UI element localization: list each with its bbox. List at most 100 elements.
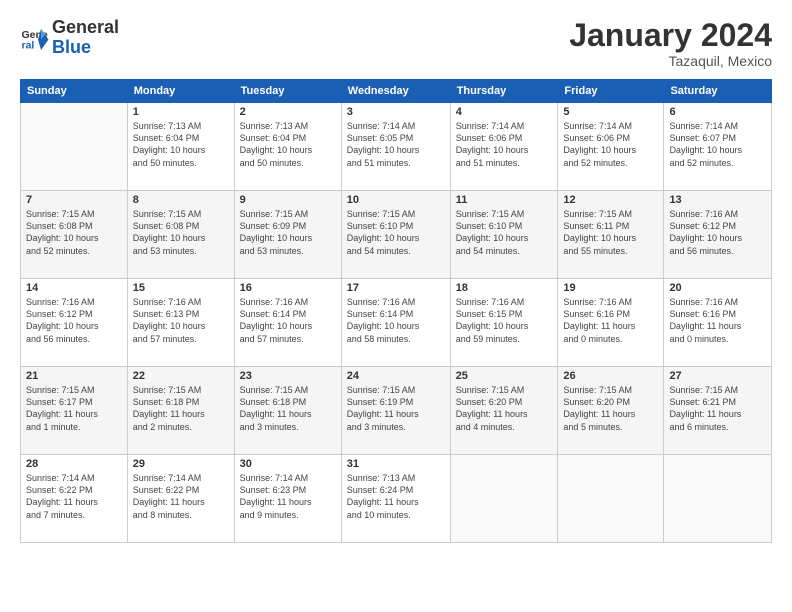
day-info: Sunrise: 7:14 AM Sunset: 6:22 PM Dayligh… bbox=[133, 472, 229, 521]
calendar-subtitle: Tazaquil, Mexico bbox=[569, 53, 772, 69]
page: Gene ral General Blue January 2024 Tazaq… bbox=[0, 0, 792, 612]
calendar-cell-w2-d3: 9 Sunrise: 7:15 AM Sunset: 6:09 PM Daylig… bbox=[234, 191, 341, 279]
day-info: Sunrise: 7:16 AM Sunset: 6:13 PM Dayligh… bbox=[133, 296, 229, 345]
day-number: 14 bbox=[26, 282, 122, 294]
day-number: 11 bbox=[456, 194, 553, 206]
calendar-cell-w3-d7: 20 Sunrise: 7:16 AM Sunset: 6:16 PM Dayli… bbox=[664, 279, 772, 367]
header-wednesday: Wednesday bbox=[341, 80, 450, 103]
calendar-cell-w4-d2: 22 Sunrise: 7:15 AM Sunset: 6:18 PM Dayli… bbox=[127, 367, 234, 455]
header: Gene ral General Blue January 2024 Tazaq… bbox=[20, 18, 772, 69]
calendar-cell-w3-d6: 19Sunrise: 7:16 AM Sunset: 6:16 PM Dayli… bbox=[558, 279, 664, 367]
day-number: 26 bbox=[563, 370, 658, 382]
logo-icon: Gene ral bbox=[20, 23, 50, 53]
day-number: 29 bbox=[133, 458, 229, 470]
day-info: Sunrise: 7:16 AM Sunset: 6:15 PM Dayligh… bbox=[456, 296, 553, 345]
day-number: 7 bbox=[26, 194, 122, 206]
calendar-cell-w1-d1 bbox=[21, 103, 128, 191]
calendar-week-1: 1 Sunrise: 7:13 AM Sunset: 6:04 PM Daylig… bbox=[21, 103, 772, 191]
day-info: Sunrise: 7:16 AM Sunset: 6:16 PM Dayligh… bbox=[669, 296, 766, 345]
day-info: Sunrise: 7:14 AM Sunset: 6:06 PM Dayligh… bbox=[456, 120, 553, 169]
calendar-cell-w5-d2: 29 Sunrise: 7:14 AM Sunset: 6:22 PM Dayli… bbox=[127, 455, 234, 543]
calendar-cell-w4-d1: 21Sunrise: 7:15 AM Sunset: 6:17 PM Dayli… bbox=[21, 367, 128, 455]
calendar-cell-w2-d7: 13 Sunrise: 7:16 AM Sunset: 6:12 PM Dayli… bbox=[664, 191, 772, 279]
day-info: Sunrise: 7:15 AM Sunset: 6:08 PM Dayligh… bbox=[26, 208, 122, 257]
calendar-cell-w4-d5: 25Sunrise: 7:15 AM Sunset: 6:20 PM Dayli… bbox=[450, 367, 558, 455]
day-info: Sunrise: 7:16 AM Sunset: 6:16 PM Dayligh… bbox=[563, 296, 658, 345]
day-number: 1 bbox=[133, 106, 229, 118]
day-number: 8 bbox=[133, 194, 229, 206]
calendar-cell-w4-d4: 24 Sunrise: 7:15 AM Sunset: 6:19 PM Dayli… bbox=[341, 367, 450, 455]
header-monday: Monday bbox=[127, 80, 234, 103]
day-info: Sunrise: 7:15 AM Sunset: 6:10 PM Dayligh… bbox=[347, 208, 445, 257]
day-info: Sunrise: 7:14 AM Sunset: 6:06 PM Dayligh… bbox=[563, 120, 658, 169]
calendar-cell-w2-d6: 12 Sunrise: 7:15 AM Sunset: 6:11 PM Dayli… bbox=[558, 191, 664, 279]
logo-text: General Blue bbox=[52, 18, 119, 58]
day-number: 3 bbox=[347, 106, 445, 118]
day-number: 10 bbox=[347, 194, 445, 206]
day-number: 28 bbox=[26, 458, 122, 470]
day-info: Sunrise: 7:15 AM Sunset: 6:19 PM Dayligh… bbox=[347, 384, 445, 433]
day-info: Sunrise: 7:15 AM Sunset: 6:21 PM Dayligh… bbox=[669, 384, 766, 433]
day-info: Sunrise: 7:13 AM Sunset: 6:24 PM Dayligh… bbox=[347, 472, 445, 521]
day-number: 4 bbox=[456, 106, 553, 118]
day-info: Sunrise: 7:15 AM Sunset: 6:17 PM Dayligh… bbox=[26, 384, 122, 433]
calendar-cell-w3-d3: 16Sunrise: 7:16 AM Sunset: 6:14 PM Dayli… bbox=[234, 279, 341, 367]
calendar-cell-w3-d4: 17 Sunrise: 7:16 AM Sunset: 6:14 PM Dayli… bbox=[341, 279, 450, 367]
calendar-cell-w3-d5: 18 Sunrise: 7:16 AM Sunset: 6:15 PM Dayli… bbox=[450, 279, 558, 367]
calendar-week-2: 7 Sunrise: 7:15 AM Sunset: 6:08 PM Daylig… bbox=[21, 191, 772, 279]
day-number: 16 bbox=[240, 282, 336, 294]
day-info: Sunrise: 7:15 AM Sunset: 6:11 PM Dayligh… bbox=[563, 208, 658, 257]
calendar-cell-w2-d4: 10 Sunrise: 7:15 AM Sunset: 6:10 PM Dayli… bbox=[341, 191, 450, 279]
day-number: 31 bbox=[347, 458, 445, 470]
header-friday: Friday bbox=[558, 80, 664, 103]
day-number: 2 bbox=[240, 106, 336, 118]
calendar-cell-w1-d2: 1 Sunrise: 7:13 AM Sunset: 6:04 PM Daylig… bbox=[127, 103, 234, 191]
day-number: 18 bbox=[456, 282, 553, 294]
day-info: Sunrise: 7:15 AM Sunset: 6:09 PM Dayligh… bbox=[240, 208, 336, 257]
header-sunday: Sunday bbox=[21, 80, 128, 103]
day-number: 27 bbox=[669, 370, 766, 382]
day-info: Sunrise: 7:15 AM Sunset: 6:20 PM Dayligh… bbox=[563, 384, 658, 433]
calendar-title: January 2024 bbox=[569, 18, 772, 53]
calendar-cell-w2-d5: 11 Sunrise: 7:15 AM Sunset: 6:10 PM Dayli… bbox=[450, 191, 558, 279]
day-number: 20 bbox=[669, 282, 766, 294]
day-info: Sunrise: 7:15 AM Sunset: 6:20 PM Dayligh… bbox=[456, 384, 553, 433]
title-area: January 2024 Tazaquil, Mexico bbox=[569, 18, 772, 69]
calendar-cell-w1-d5: 4 Sunrise: 7:14 AM Sunset: 6:06 PM Daylig… bbox=[450, 103, 558, 191]
day-info: Sunrise: 7:15 AM Sunset: 6:08 PM Dayligh… bbox=[133, 208, 229, 257]
calendar-cell-w1-d3: 2Sunrise: 7:13 AM Sunset: 6:04 PM Daylig… bbox=[234, 103, 341, 191]
day-info: Sunrise: 7:13 AM Sunset: 6:04 PM Dayligh… bbox=[133, 120, 229, 169]
day-info: Sunrise: 7:16 AM Sunset: 6:12 PM Dayligh… bbox=[669, 208, 766, 257]
calendar-cell-w2-d1: 7 Sunrise: 7:15 AM Sunset: 6:08 PM Daylig… bbox=[21, 191, 128, 279]
day-number: 13 bbox=[669, 194, 766, 206]
day-number: 12 bbox=[563, 194, 658, 206]
calendar-cell-w5-d5 bbox=[450, 455, 558, 543]
calendar-cell-w3-d2: 15Sunrise: 7:16 AM Sunset: 6:13 PM Dayli… bbox=[127, 279, 234, 367]
day-number: 24 bbox=[347, 370, 445, 382]
calendar-header-row: Sunday Monday Tuesday Wednesday Thursday… bbox=[21, 80, 772, 103]
calendar-cell-w1-d4: 3 Sunrise: 7:14 AM Sunset: 6:05 PM Daylig… bbox=[341, 103, 450, 191]
calendar-cell-w5-d3: 30 Sunrise: 7:14 AM Sunset: 6:23 PM Dayli… bbox=[234, 455, 341, 543]
day-number: 9 bbox=[240, 194, 336, 206]
calendar-cell-w2-d2: 8 Sunrise: 7:15 AM Sunset: 6:08 PM Daylig… bbox=[127, 191, 234, 279]
day-info: Sunrise: 7:15 AM Sunset: 6:18 PM Dayligh… bbox=[240, 384, 336, 433]
calendar-cell-w5-d7 bbox=[664, 455, 772, 543]
calendar-cell-w5-d6 bbox=[558, 455, 664, 543]
day-number: 17 bbox=[347, 282, 445, 294]
calendar-cell-w4-d7: 27 Sunrise: 7:15 AM Sunset: 6:21 PM Dayli… bbox=[664, 367, 772, 455]
calendar-cell-w4-d6: 26 Sunrise: 7:15 AM Sunset: 6:20 PM Dayli… bbox=[558, 367, 664, 455]
day-number: 30 bbox=[240, 458, 336, 470]
day-info: Sunrise: 7:16 AM Sunset: 6:14 PM Dayligh… bbox=[347, 296, 445, 345]
calendar-cell-w3-d1: 14Sunrise: 7:16 AM Sunset: 6:12 PM Dayli… bbox=[21, 279, 128, 367]
day-info: Sunrise: 7:14 AM Sunset: 6:07 PM Dayligh… bbox=[669, 120, 766, 169]
day-info: Sunrise: 7:15 AM Sunset: 6:18 PM Dayligh… bbox=[133, 384, 229, 433]
calendar-week-5: 28 Sunrise: 7:14 AM Sunset: 6:22 PM Dayli… bbox=[21, 455, 772, 543]
day-info: Sunrise: 7:15 AM Sunset: 6:10 PM Dayligh… bbox=[456, 208, 553, 257]
day-number: 23 bbox=[240, 370, 336, 382]
header-tuesday: Tuesday bbox=[234, 80, 341, 103]
day-number: 5 bbox=[563, 106, 658, 118]
day-info: Sunrise: 7:14 AM Sunset: 6:23 PM Dayligh… bbox=[240, 472, 336, 521]
day-info: Sunrise: 7:14 AM Sunset: 6:05 PM Dayligh… bbox=[347, 120, 445, 169]
day-number: 22 bbox=[133, 370, 229, 382]
calendar-cell-w1-d7: 6Sunrise: 7:14 AM Sunset: 6:07 PM Daylig… bbox=[664, 103, 772, 191]
